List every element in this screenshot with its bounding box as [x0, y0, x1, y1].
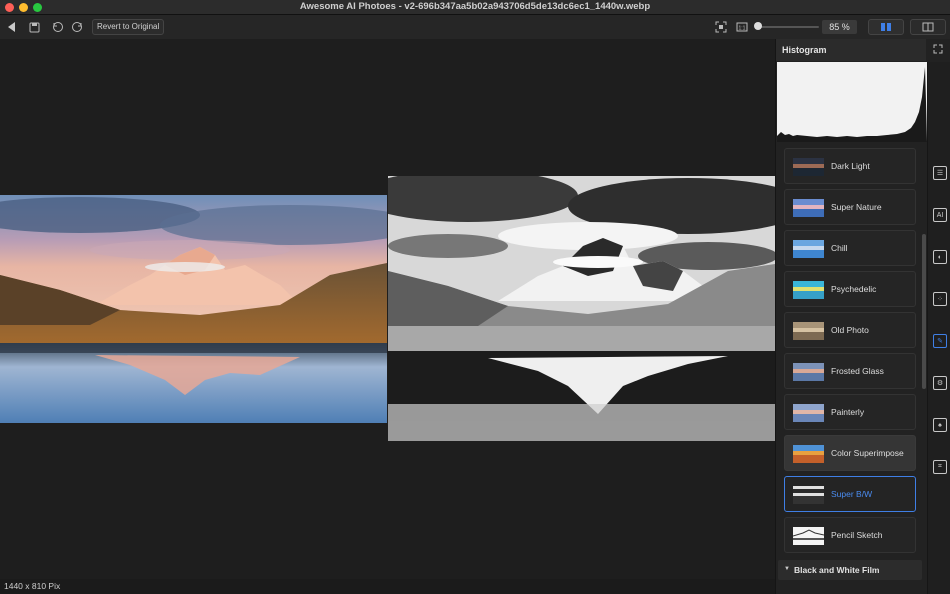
- preset-label: Color Superimpose: [831, 448, 904, 458]
- image-dimensions: 1440 x 810 Pix: [4, 581, 61, 591]
- preset-label: Old Photo: [831, 325, 869, 335]
- preset-item[interactable]: Painterly: [784, 394, 916, 430]
- preset-item[interactable]: Frosted Glass: [784, 353, 916, 389]
- black-and-white-film-section[interactable]: ▼ Black and White Film: [778, 560, 922, 580]
- tone-icon[interactable]: ◐: [933, 250, 947, 264]
- chevron-down-icon: ▼: [784, 566, 790, 572]
- original-photo: [0, 195, 387, 423]
- thumb-psychedelic-icon: [793, 281, 824, 299]
- preset-label: Frosted Glass: [831, 366, 884, 376]
- redo-icon[interactable]: [69, 19, 85, 35]
- thumb-frosted-glass-icon: [793, 363, 824, 381]
- preset-item[interactable]: Chill: [784, 230, 916, 266]
- preset-label: Pencil Sketch: [831, 530, 883, 540]
- texture-icon[interactable]: ⁘: [933, 292, 947, 306]
- mask-icon[interactable]: ♠: [933, 418, 947, 432]
- preset-item[interactable]: Pencil Sketch: [784, 517, 916, 553]
- split-view-button[interactable]: [868, 19, 904, 35]
- filter-icon[interactable]: ✎: [933, 334, 947, 348]
- preset-item[interactable]: Psychedelic: [784, 271, 916, 307]
- undo-icon[interactable]: [50, 19, 66, 35]
- list-icon[interactable]: ☰: [933, 166, 947, 180]
- zoom-value[interactable]: 85 %: [822, 20, 857, 34]
- preset-item[interactable]: Dark Light: [784, 148, 916, 184]
- processed-photo: [388, 176, 775, 441]
- preset-label: Super Nature: [831, 202, 882, 212]
- zoom-slider-track[interactable]: [757, 26, 819, 28]
- expand-icon[interactable]: [933, 44, 943, 57]
- ai-icon[interactable]: AI: [933, 208, 947, 222]
- right-panel: Histogram Dark Light Super Nature Chill …: [775, 39, 950, 594]
- settings-icon[interactable]: ⚙: [933, 376, 947, 390]
- title-bar: Awesome AI Photoes - v2-696b347aa5b02a94…: [0, 0, 950, 15]
- thumb-super-nature-icon: [793, 199, 824, 217]
- actual-size-icon[interactable]: 1:1: [734, 19, 750, 35]
- svg-text:1:1: 1:1: [739, 25, 746, 31]
- side-by-side-view-button[interactable]: [910, 19, 946, 35]
- preset-item[interactable]: Super Nature: [784, 189, 916, 225]
- crop-icon[interactable]: ⌗: [933, 460, 947, 474]
- section-label: Black and White Film: [794, 565, 880, 575]
- preset-item[interactable]: Color Superimpose: [784, 435, 916, 471]
- preset-label: Super B/W: [831, 489, 873, 499]
- thumb-super-bw-icon: [793, 486, 824, 504]
- thumb-chill-icon: [793, 240, 824, 258]
- preset-label: Chill: [831, 243, 848, 253]
- tool-sidebar: ☰ AI ◐ ⁘ ✎ ⚙ ♠ ⌗: [927, 62, 950, 594]
- image-canvas[interactable]: [0, 39, 775, 579]
- save-icon[interactable]: [26, 19, 42, 35]
- histogram-header: Histogram: [776, 39, 926, 61]
- preset-label: Psychedelic: [831, 284, 877, 294]
- thumb-color-superimpose-icon: [793, 445, 824, 463]
- preset-item[interactable]: Old Photo: [784, 312, 916, 348]
- status-bar: 1440 x 810 Pix: [0, 579, 775, 594]
- thumb-painterly-icon: [793, 404, 824, 422]
- preset-label: Painterly: [831, 407, 865, 417]
- preset-item-selected[interactable]: Super B/W: [784, 476, 916, 512]
- preset-label: Dark Light: [831, 161, 870, 171]
- revert-to-original-button[interactable]: Revert to Original: [92, 19, 165, 35]
- fit-to-screen-icon[interactable]: [713, 19, 729, 35]
- preset-list: Dark Light Super Nature Chill Psychedeli…: [776, 146, 922, 556]
- preset-scrollbar[interactable]: [922, 234, 926, 389]
- histogram-title: Histogram: [782, 45, 827, 55]
- toolbar: Revert to Original 1:1 85 %: [0, 15, 950, 39]
- zoom-slider-handle[interactable]: [754, 22, 762, 30]
- thumb-old-photo-icon: [793, 322, 824, 340]
- thumb-pencil-sketch-icon: [793, 527, 824, 545]
- thumb-dark-light-icon: [793, 158, 824, 176]
- window-title: Awesome AI Photoes - v2-696b347aa5b02a94…: [299, 1, 651, 12]
- histogram-chart: [777, 62, 927, 142]
- back-icon[interactable]: [4, 19, 20, 35]
